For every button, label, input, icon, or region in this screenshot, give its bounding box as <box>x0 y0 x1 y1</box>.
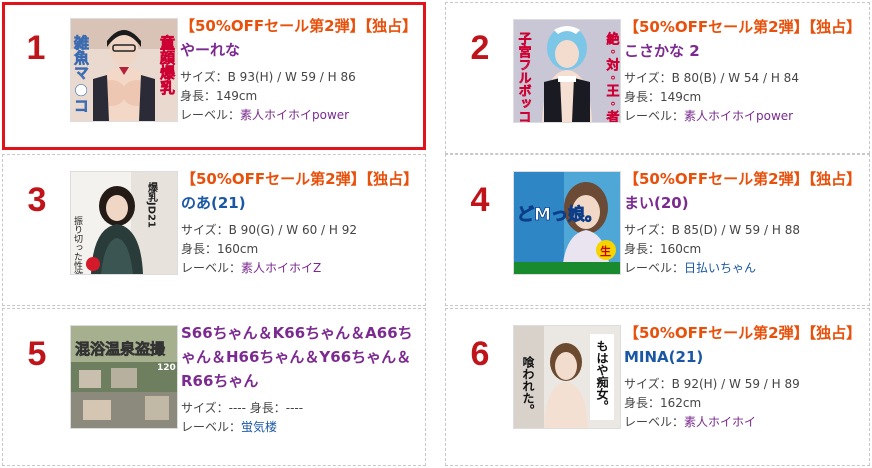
size-text: サイズ：B 80(B) / W 54 / H 84 <box>624 71 799 85</box>
thumb-text-left: どMっ娘。 <box>517 204 602 225</box>
sale-label[interactable]: 【50%OFFセール第2弾】【独占】 <box>624 18 861 36</box>
thumb-text-right: 絶・対・王・者 <box>604 31 621 122</box>
label-link[interactable]: 素人ホイホイZ <box>241 261 321 275</box>
label-link[interactable]: 素人ホイホイpower <box>684 109 793 123</box>
rank-number: 5 <box>27 335 47 373</box>
label-row: レーベル：素人ホイホイZ <box>181 259 415 278</box>
card-info: S66ちゃん＆K66ちゃん＆A66ちゃん＆H66ちゃん＆Y66ちゃん＆R66ちゃ… <box>181 321 415 437</box>
label-link[interactable]: 素人ホイホイpower <box>240 108 349 122</box>
thumb-text-left: 喰われた。 <box>521 355 535 416</box>
thumbnail[interactable]: 雑魚マ●コ 童顔爆乳 <box>70 18 178 122</box>
performer-name[interactable]: MINA(21) <box>624 348 703 366</box>
thumb-number: 120 <box>157 363 176 373</box>
ranking-card-6[interactable]: 6 もはや痴女。 喰われた。 【50%OFFセール第2弾】【独占】 MINA(21… <box>445 308 870 466</box>
height-text: 身長：149cm <box>624 90 702 104</box>
card-info: 【50%OFFセール第2弾】【独占】こさかな 2 サイズ：B 80(B) / W… <box>624 15 861 126</box>
sale-label[interactable]: 【50%OFFセール第2弾】【独占】 <box>624 170 861 188</box>
ranking-card-2[interactable]: 2 子宮フルボッコ 絶・対・王・者 【50%OFFセール第2弾】【独占】こさかな… <box>445 2 870 154</box>
label-prefix: レーベル： <box>624 415 685 429</box>
sale-label[interactable]: 【50%OFFセール第2弾】【独占】 <box>180 17 417 35</box>
height-text: 身長：149cm <box>180 89 258 103</box>
rank-number: 6 <box>470 335 490 373</box>
label-row: レーベル：素人ホイホイpower <box>180 106 413 125</box>
size-text: サイズ：---- 身長：---- <box>181 401 304 415</box>
thumb-text-right: 爆乳JD21 <box>146 181 158 228</box>
label-row: レーベル：素人ホイホイpower <box>624 107 859 126</box>
label-link[interactable]: 素人ホイホイ <box>684 415 756 429</box>
performer-name[interactable]: こさかな 2 <box>624 42 700 60</box>
thumb-text-right: もはや痴女。 <box>595 340 609 412</box>
sale-label[interactable]: 【50%OFFセール第2弾】【独占】 <box>181 170 418 188</box>
label-row: レーベル：素人ホイホイ <box>624 413 859 432</box>
rank-number: 3 <box>27 181 47 219</box>
thumb-text-right: 童顔爆乳 <box>158 34 176 96</box>
card-title[interactable]: 【50%OFFセール第2弾】【独占】やーれな <box>180 14 417 62</box>
card-info: 【50%OFFセール第2弾】【独占】まい(20) サイズ：B 85(D) / W… <box>624 167 861 278</box>
thumbnail[interactable]: 子宮フルボッコ 絶・対・王・者 <box>513 19 621 123</box>
thumb-text-left: 雑魚マ●コ <box>72 34 90 113</box>
size-text: サイズ：B 85(D) / W 59 / H 88 <box>624 223 800 237</box>
rank-number: 1 <box>26 29 46 67</box>
size-text: サイズ：B 90(G) / W 60 / H 92 <box>181 223 358 237</box>
card-title[interactable]: 【50%OFFセール第2弾】【独占】のあ(21) <box>181 167 418 215</box>
thumbnail[interactable]: 混浴温泉盗撮 120 <box>70 325 178 429</box>
card-title[interactable]: 【50%OFFセール第2弾】【独占】 MINA(21) <box>624 321 861 369</box>
label-prefix: レーベル： <box>624 261 685 275</box>
card-info: 【50%OFFセール第2弾】【独占】 MINA(21) サイズ：B 92(H) /… <box>624 321 861 432</box>
size-text: サイズ：B 93(H) / W 59 / H 86 <box>180 70 356 84</box>
height-text: 身長：160cm <box>181 242 259 256</box>
label-prefix: レーベル： <box>180 108 241 122</box>
card-title[interactable]: 【50%OFFセール第2弾】【独占】こさかな 2 <box>624 15 861 63</box>
thumbnail[interactable]: 爆乳JD21 振り切った性欲 <box>70 171 178 275</box>
thumbnail[interactable]: どMっ娘。 生 <box>513 171 621 275</box>
label-row: レーベル：日払いちゃん <box>624 259 859 278</box>
ranking-card-4[interactable]: 4 どMっ娘。 生 【50%OFFセール第2弾】【独占】まい(20) サイズ：B… <box>445 154 870 306</box>
ranking-card-3[interactable]: 3 爆乳JD21 振り切った性欲 【50%OFFセール第2弾】【独占】のあ(21… <box>2 154 426 306</box>
label-prefix: レーベル： <box>181 420 242 434</box>
sale-label[interactable]: 【50%OFFセール第2弾】【独占】 <box>624 324 861 342</box>
size-text: サイズ：B 92(H) / W 59 / H 89 <box>624 377 800 391</box>
card-info: 【50%OFFセール第2弾】【独占】やーれな サイズ：B 93(H) / W 5… <box>180 14 417 125</box>
performer-name[interactable]: のあ(21) <box>181 194 246 212</box>
card-title[interactable]: 【50%OFFセール第2弾】【独占】まい(20) <box>624 167 861 215</box>
label-link[interactable]: 蛍気楼 <box>241 420 277 434</box>
thumb-text-left: 子宮フルボッコ <box>516 32 532 122</box>
rank-number: 4 <box>470 181 490 219</box>
ranking-card-5[interactable]: 5 混浴温泉盗撮 120 S66ちゃん＆K66ちゃん＆A66ちゃん＆H66ちゃん… <box>2 308 426 466</box>
height-text: 身長：162cm <box>624 396 702 410</box>
ranking-card-1[interactable]: 1 雑魚マ●コ 童顔爆乳 【50%OFFセール第2弾】【独占】やーれな サイズ：… <box>2 2 426 150</box>
ranking-grid: 1 雑魚マ●コ 童顔爆乳 【50%OFFセール第2弾】【独占】やーれな サイズ：… <box>0 0 872 468</box>
rank-number: 2 <box>470 29 490 67</box>
label-row: レーベル：蛍気楼 <box>181 418 415 437</box>
height-text: 身長：160cm <box>624 242 702 256</box>
performer-name[interactable]: やーれな <box>180 41 240 59</box>
card-info: 【50%OFFセール第2弾】【独占】のあ(21) サイズ：B 90(G) / W… <box>181 167 418 278</box>
thumbnail[interactable]: もはや痴女。 喰われた。 <box>513 325 621 429</box>
label-link[interactable]: 日払いちゃん <box>684 261 756 275</box>
card-title[interactable]: S66ちゃん＆K66ちゃん＆A66ちゃん＆H66ちゃん＆Y66ちゃん＆R66ちゃ… <box>181 321 415 393</box>
thumb-text-left: 振り切った性欲 <box>72 215 83 274</box>
thumb-title: 混浴温泉盗撮 <box>75 340 166 358</box>
label-prefix: レーベル： <box>181 261 242 275</box>
performer-name[interactable]: まい(20) <box>624 194 689 212</box>
label-prefix: レーベル： <box>624 109 685 123</box>
thumb-text-right: 生 <box>600 244 611 258</box>
